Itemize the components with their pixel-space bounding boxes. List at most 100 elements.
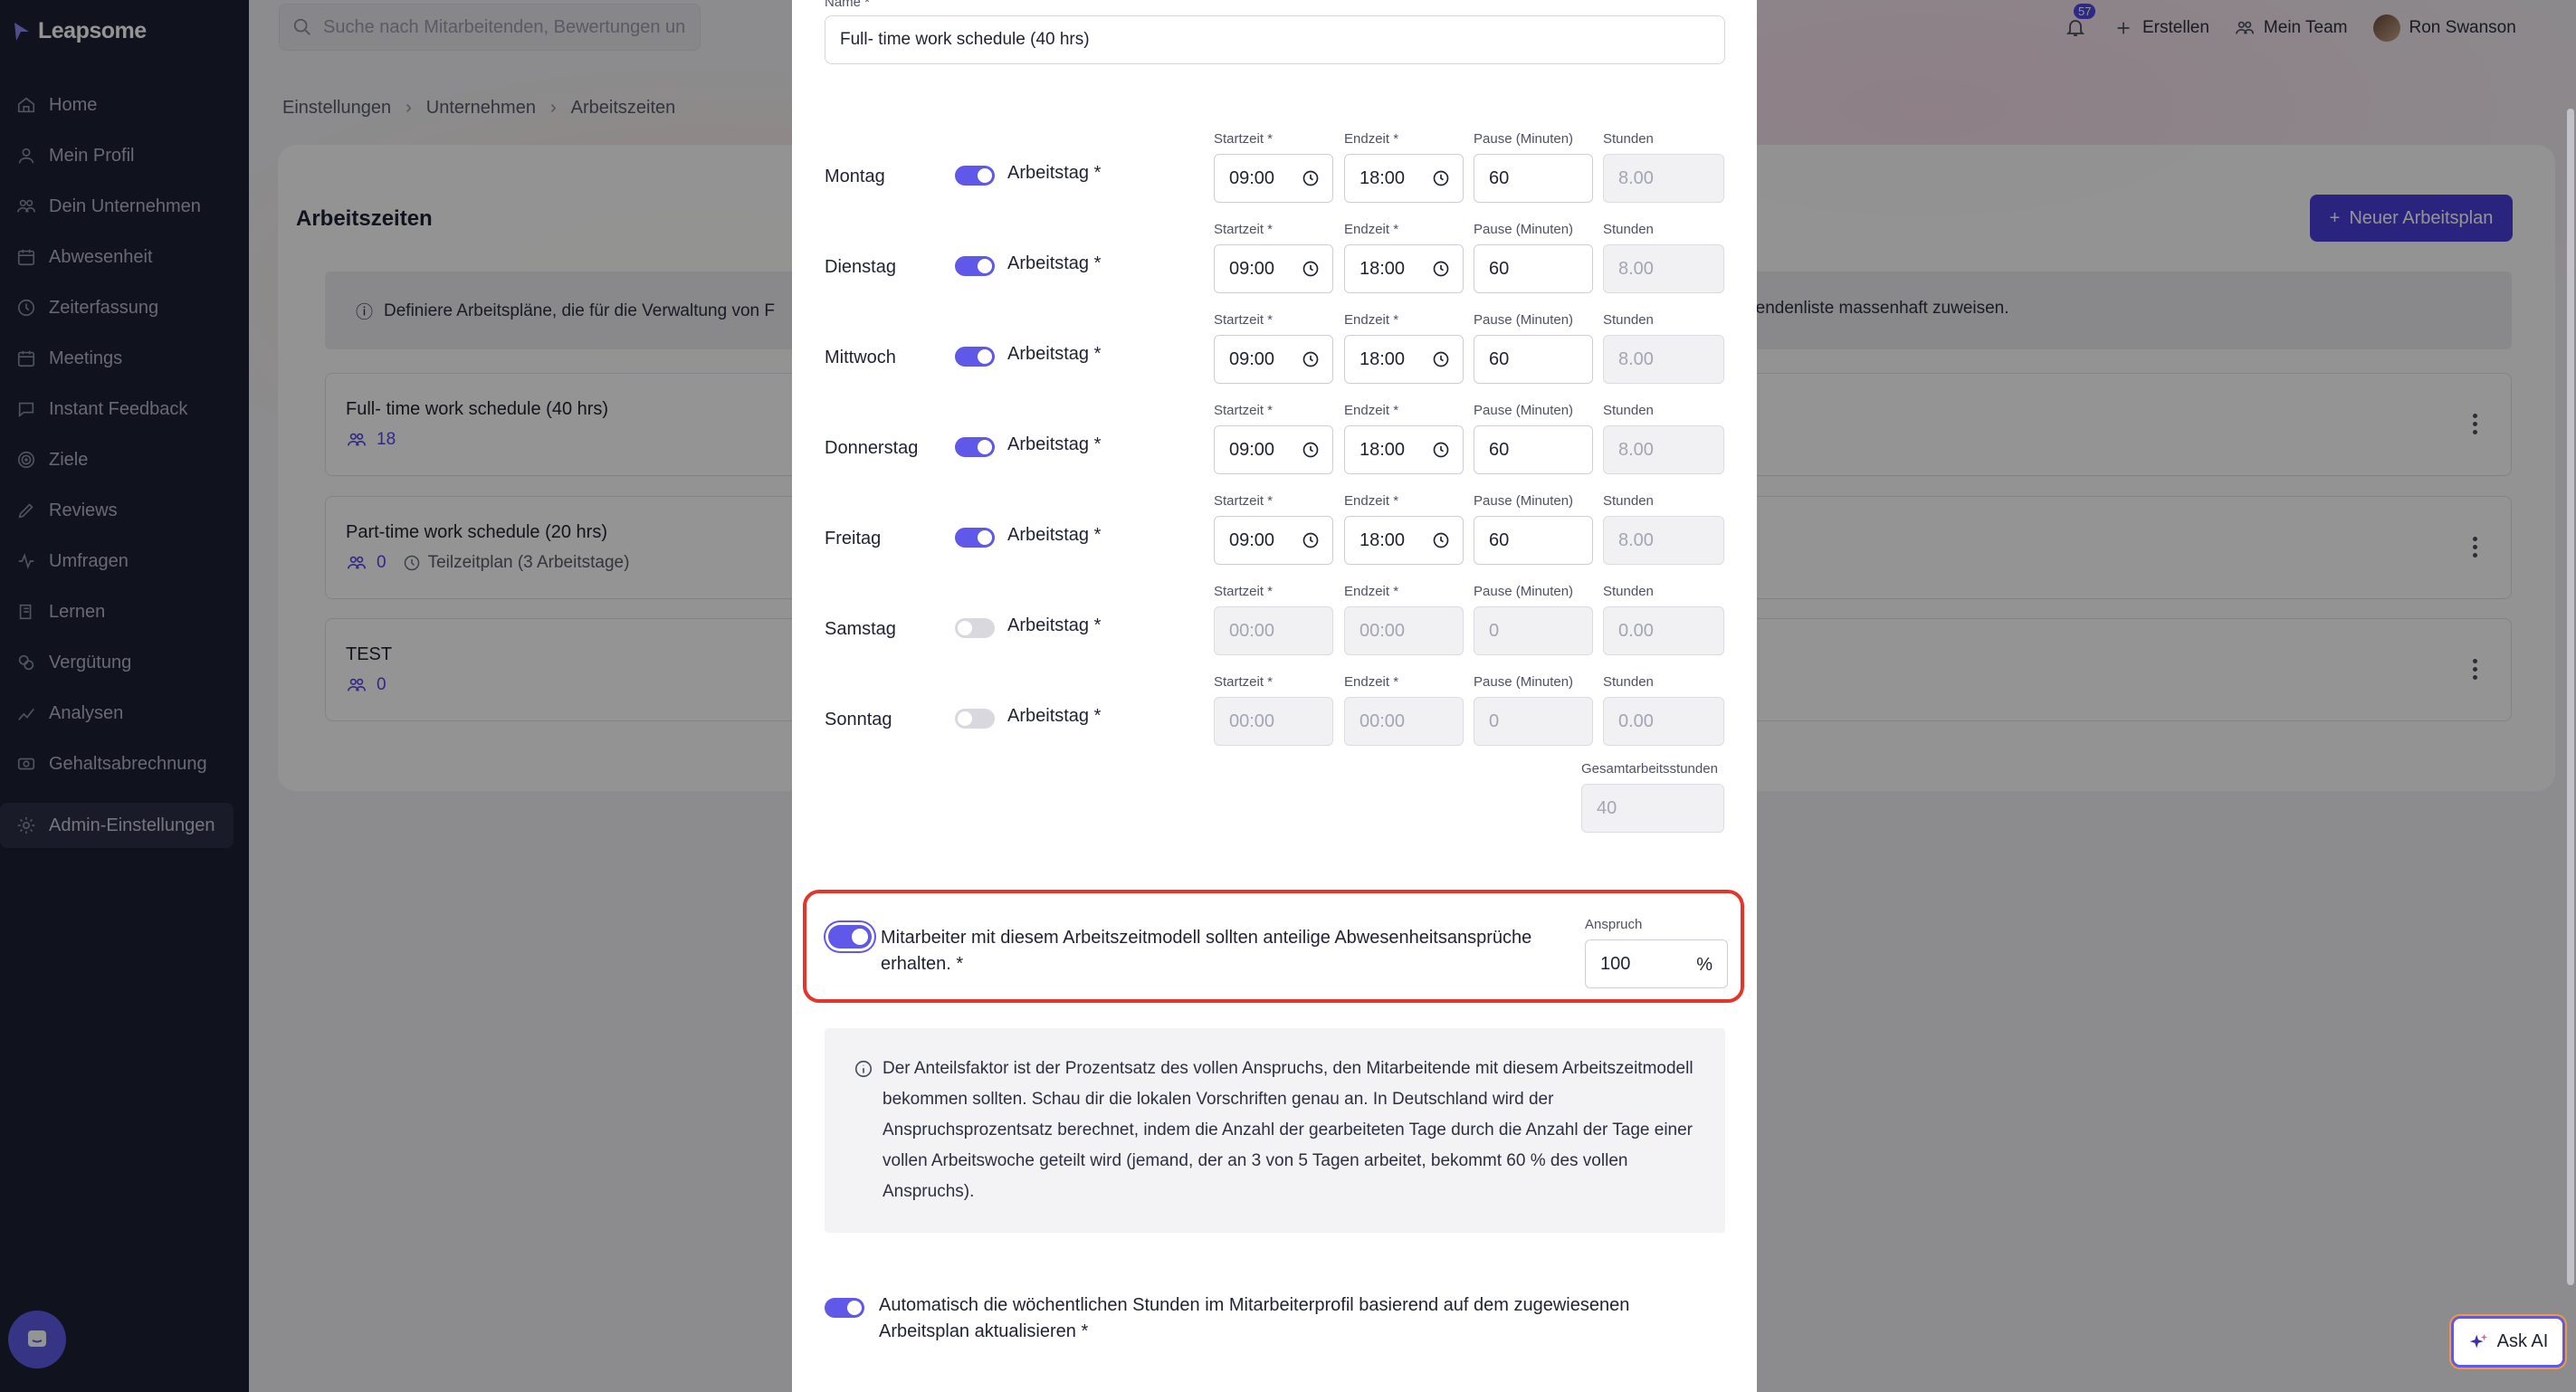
workday-toggle[interactable] [955, 347, 995, 367]
end-time-value: 00:00 [1360, 620, 1406, 641]
start-time-value: 09:00 [1229, 529, 1275, 550]
end-time-input: 00:00 [1344, 697, 1464, 746]
pause-value: 60 [1489, 439, 1510, 460]
workday-toggle[interactable] [955, 166, 995, 186]
day-row-sonntag: Sonntag Arbeitstag * Startzeit * Endzeit * P… [792, 667, 1757, 758]
end-time-value: 00:00 [1360, 710, 1406, 731]
day-name: Samstag [825, 619, 896, 639]
hours-label: Stunden [1603, 131, 1654, 147]
sparkle-icon [2469, 1333, 2487, 1348]
start-time-label: Startzeit * [1214, 674, 1274, 690]
pause-label: Pause (Minuten) [1474, 493, 1574, 509]
start-time-input[interactable]: 09:00 [1214, 244, 1333, 293]
end-time-input[interactable]: 18:00 [1344, 516, 1464, 565]
hours-label: Stunden [1603, 674, 1654, 690]
workday-label: Arbeitstag * [1007, 434, 1102, 454]
total-hours-label: Gesamtarbeitsstunden [1581, 761, 1718, 777]
clock-icon [1302, 351, 1319, 367]
day-name: Donnerstag [825, 438, 919, 458]
hours-field: 8.00 [1603, 516, 1724, 565]
end-time-value: 18:00 [1360, 348, 1406, 369]
pause-input[interactable]: 60 [1474, 335, 1593, 384]
workday-toggle[interactable] [955, 618, 995, 638]
start-time-input[interactable]: 09:00 [1214, 154, 1333, 203]
workday-label: Arbeitstag * [1007, 253, 1102, 273]
start-time-input[interactable]: 09:00 [1214, 425, 1333, 474]
pause-label: Pause (Minuten) [1474, 222, 1574, 237]
workday-label: Arbeitstag * [1007, 344, 1102, 364]
start-time-value: 00:00 [1229, 710, 1275, 731]
entitlement-label: Anspruch [1585, 917, 1643, 932]
day-name: Montag [825, 167, 885, 186]
day-name: Dienstag [825, 257, 896, 277]
start-time-value: 00:00 [1229, 620, 1275, 641]
workday-label: Arbeitstag * [1007, 615, 1102, 635]
hours-field: 8.00 [1603, 425, 1724, 474]
clock-icon [1433, 442, 1449, 458]
end-time-label: Endzeit * [1344, 403, 1399, 418]
end-time-value: 18:00 [1360, 167, 1406, 188]
end-time-input[interactable]: 18:00 [1344, 425, 1464, 474]
end-time-label: Endzeit * [1344, 312, 1399, 328]
clock-icon [1433, 261, 1449, 277]
end-time-input[interactable]: 18:00 [1344, 154, 1464, 203]
start-time-value: 09:00 [1229, 439, 1275, 460]
pause-label: Pause (Minuten) [1474, 674, 1574, 690]
entitlement-input[interactable]: 100 % [1585, 939, 1728, 988]
auto-update-hours-toggle[interactable] [825, 1298, 864, 1318]
hours-label: Stunden [1603, 584, 1654, 599]
clock-icon [1302, 170, 1319, 186]
end-time-input[interactable]: 18:00 [1344, 244, 1464, 293]
hours-field: 8.00 [1603, 154, 1724, 203]
pause-label: Pause (Minuten) [1474, 584, 1574, 599]
workday-toggle[interactable] [955, 528, 995, 548]
workday-toggle[interactable] [955, 709, 995, 729]
day-name: Mittwoch [825, 348, 896, 367]
hours-value: 0.00 [1618, 710, 1654, 731]
end-time-input[interactable]: 18:00 [1344, 335, 1464, 384]
workday-toggle[interactable] [955, 256, 995, 276]
hours-label: Stunden [1603, 493, 1654, 509]
ask-ai-button[interactable]: Ask AI [2451, 1316, 2565, 1368]
end-time-label: Endzeit * [1344, 493, 1399, 509]
day-row-dienstag: Dienstag Arbeitstag * Startzeit * Endzeit *… [792, 215, 1757, 305]
page-scrollbar[interactable] [2567, 109, 2574, 1285]
end-time-label: Endzeit * [1344, 674, 1399, 690]
pause-value: 0 [1489, 620, 1500, 641]
end-time-label: Endzeit * [1344, 222, 1399, 237]
start-time-label: Startzeit * [1214, 131, 1274, 147]
pause-input[interactable]: 60 [1474, 244, 1593, 293]
day-row-samstag: Samstag Arbeitstag * Startzeit * Endzeit * P… [792, 577, 1757, 667]
hours-field: 8.00 [1603, 335, 1724, 384]
pause-input[interactable]: 60 [1474, 154, 1593, 203]
hours-value: 8.00 [1618, 167, 1654, 188]
percent-unit: % [1696, 955, 1713, 975]
day-row-freitag: Freitag Arbeitstag * Startzeit * Endzeit * P… [792, 486, 1757, 577]
pause-input[interactable]: 60 [1474, 516, 1593, 565]
info-icon [854, 1060, 873, 1078]
start-time-label: Startzeit * [1214, 493, 1274, 509]
pause-input[interactable]: 60 [1474, 425, 1593, 474]
pause-input: 0 [1474, 606, 1593, 655]
start-time-input: 00:00 [1214, 606, 1333, 655]
prorated-absence-section: Mitarbeiter mit diesem Arbeitszeitmodell… [803, 890, 1744, 1003]
schedule-name-input[interactable]: Full- time work schedule (40 hrs) [825, 15, 1725, 64]
workday-label: Arbeitstag * [1007, 706, 1102, 726]
end-time-label: Endzeit * [1344, 584, 1399, 599]
hours-field: 0.00 [1603, 697, 1724, 746]
clock-icon [1433, 351, 1449, 367]
entitlement-info-note: Der Anteilsfaktor ist der Prozentsatz de… [825, 1028, 1725, 1233]
hours-value: 8.00 [1618, 529, 1654, 550]
day-row-donnerstag: Donnerstag Arbeitstag * Startzeit * Endzeit… [792, 396, 1757, 486]
start-time-label: Startzeit * [1214, 222, 1274, 237]
start-time-label: Startzeit * [1214, 584, 1274, 599]
hours-label: Stunden [1603, 312, 1654, 328]
hours-value: 0.00 [1618, 620, 1654, 641]
hours-field: 0.00 [1603, 606, 1724, 655]
clock-icon [1302, 442, 1319, 458]
prorated-absence-toggle[interactable] [828, 925, 872, 949]
workday-toggle[interactable] [955, 437, 995, 457]
end-time-input: 00:00 [1344, 606, 1464, 655]
start-time-input[interactable]: 09:00 [1214, 335, 1333, 384]
start-time-input[interactable]: 09:00 [1214, 516, 1333, 565]
